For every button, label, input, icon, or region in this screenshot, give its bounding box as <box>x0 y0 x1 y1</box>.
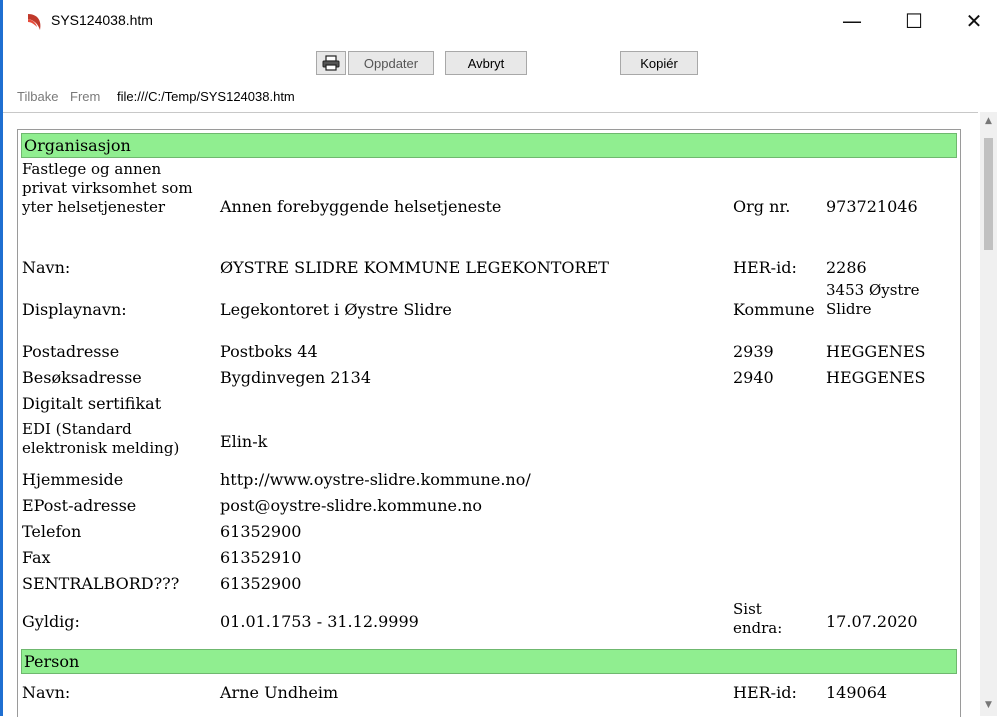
section-header-organisasjon: Organisasjon <box>21 133 957 158</box>
forward-link[interactable]: Frem <box>70 89 100 104</box>
title-bar: SYS124038.htm — ☐ ✕ <box>3 0 997 42</box>
navn-value: ØYSTRE SLIDRE KOMMUNE LEGEKONTORET <box>220 258 609 277</box>
telefon-label: Telefon <box>22 522 82 541</box>
document-view[interactable]: Organisasjon Fastlege og annen privat vi… <box>3 112 978 717</box>
person-herid-label: HER-id: <box>733 683 797 702</box>
fax-label: Fax <box>22 548 51 567</box>
app-icon <box>28 14 41 30</box>
sentralbord-label: SENTRALBORD??? <box>22 574 180 593</box>
epost-label: EPost-adresse <box>22 496 137 515</box>
minimize-button[interactable]: — <box>829 0 875 42</box>
edi-value: Elin-k <box>220 432 268 451</box>
scroll-thumb[interactable] <box>984 138 993 250</box>
besok-postnr: 2940 <box>733 368 774 387</box>
post-postnr: 2939 <box>733 342 774 361</box>
herid-value: 2286 <box>826 258 867 277</box>
gyldig-label: Gyldig: <box>22 612 80 631</box>
kommune-value: 3453 Øystre Slidre <box>826 281 920 318</box>
fax-value: 61352910 <box>220 548 302 567</box>
displaynavn-value: Legekontoret i Øystre Slidre <box>220 300 452 319</box>
hjemmeside-link[interactable]: http://www.oystre-slidre.kommune.no/ <box>220 470 531 490</box>
person-navn-value: Arne Undheim <box>220 683 339 702</box>
info-table: Organisasjon Fastlege og annen privat vi… <box>17 129 961 717</box>
url-text: file:///C:/Temp/SYS124038.htm <box>117 89 295 104</box>
displaynavn-label: Displaynavn: <box>22 300 127 319</box>
gyldig-value: 01.01.1753 - 31.12.9999 <box>220 612 419 631</box>
sist-label: Sist endra: <box>733 600 783 637</box>
besok-value: Bygdinvegen 2134 <box>220 368 372 387</box>
sentralbord-value: 61352900 <box>220 574 302 593</box>
kommune-label: Kommune <box>733 300 815 319</box>
scroll-up-icon[interactable]: ▲ <box>980 116 997 128</box>
update-button[interactable]: Oppdater <box>348 51 434 75</box>
edi-label: EDI (Standard elektronisk melding) <box>22 420 180 457</box>
back-link[interactable]: Tilbake <box>17 89 58 104</box>
postadresse-label: Postadresse <box>22 342 120 361</box>
besok-label: Besøksadresse <box>22 368 142 387</box>
printer-icon <box>322 55 340 71</box>
herid-label: HER-id: <box>733 258 797 277</box>
cancel-button[interactable]: Avbryt <box>445 51 527 75</box>
navn-label: Navn: <box>22 258 71 277</box>
vertical-scrollbar[interactable]: ▲ ▼ <box>980 112 997 716</box>
navigation-bar: Tilbake Frem file:///C:/Temp/SYS124038.h… <box>3 86 997 110</box>
telefon-value: 61352900 <box>220 522 302 541</box>
orgnr-value: 973721046 <box>826 197 918 216</box>
type-label: Fastlege og annen privat virksomhet som … <box>22 160 193 216</box>
toolbar: Oppdater Avbryt Kopiér <box>3 42 997 86</box>
sertifikat-label: Digitalt sertifikat <box>22 394 162 413</box>
maximize-button[interactable]: ☐ <box>891 0 937 42</box>
orgnr-label: Org nr. <box>733 197 791 216</box>
person-navn-label: Navn: <box>22 683 71 702</box>
postadresse-value: Postboks 44 <box>220 342 318 361</box>
type-value: Annen forebyggende helsetjeneste <box>220 197 502 216</box>
print-button[interactable] <box>316 51 346 75</box>
section-header-person: Person <box>21 649 957 674</box>
copy-button[interactable]: Kopiér <box>620 51 698 75</box>
epost-link[interactable]: post@oystre-slidre.kommune.no <box>220 496 482 516</box>
close-button[interactable]: ✕ <box>951 0 997 42</box>
sist-value: 17.07.2020 <box>826 612 918 631</box>
window-title: SYS124038.htm <box>51 12 153 28</box>
post-sted: HEGGENES <box>826 342 926 361</box>
scroll-down-icon[interactable]: ▼ <box>980 700 997 712</box>
person-herid-value: 149064 <box>826 683 888 702</box>
hjemmeside-label: Hjemmeside <box>22 470 124 489</box>
besok-sted: HEGGENES <box>826 368 926 387</box>
